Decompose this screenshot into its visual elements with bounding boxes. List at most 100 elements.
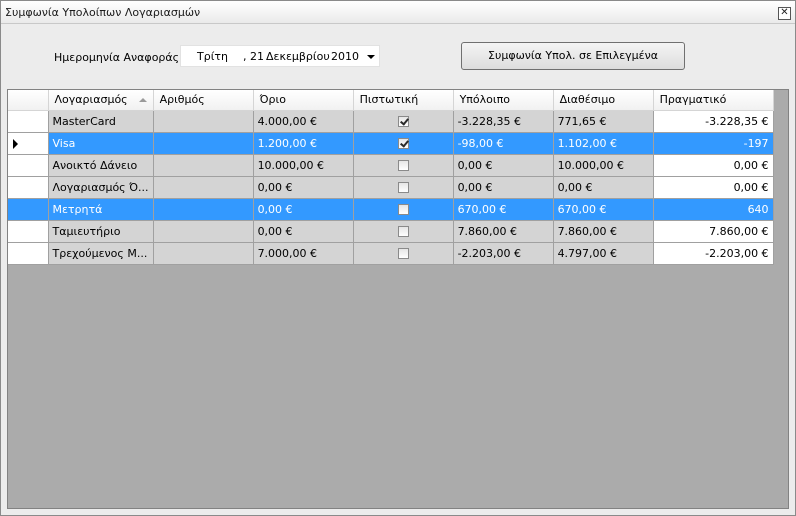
cell-account[interactable]: Τρεχούμενος Μ... [48,242,154,265]
cell-limit[interactable]: 1.200,00 € [253,132,354,155]
credit-checkbox[interactable] [397,138,409,149]
reconcile-window: Συμφωνία Υπολοίπων Λογαριασμών ✕ Ημερομη… [0,0,796,516]
date-weekday[interactable]: Τρίτη [197,50,228,63]
cell-number[interactable] [153,242,254,265]
cell-actual[interactable]: 7.860,00 € [653,220,774,243]
cell-credit[interactable] [353,220,454,243]
cell-limit[interactable]: 4.000,00 € [253,110,354,133]
column-header-actual[interactable]: Πραγματικό [653,90,774,111]
credit-checkbox[interactable] [397,182,409,193]
accounts-grid[interactable]: Λογαριασμός Αριθμός Όριο Πιστωτική Υπόλο… [7,89,789,509]
cell-number[interactable] [153,220,254,243]
cell-account[interactable]: Visa [48,132,154,155]
cell-number[interactable] [153,198,254,221]
cell-credit[interactable] [353,132,454,155]
cell-balance[interactable]: 7.860,00 € [453,220,554,243]
column-header-limit[interactable]: Όριο [253,90,354,111]
cell-limit[interactable]: 0,00 € [253,198,354,221]
cell-balance[interactable]: 0,00 € [453,154,554,177]
cell-number[interactable] [153,154,254,177]
close-icon[interactable]: ✕ [778,7,791,20]
cell-credit[interactable] [353,242,454,265]
credit-checkbox[interactable] [397,160,409,171]
column-header-label: Πραγματικό [659,93,727,107]
cell-balance[interactable]: 670,00 € [453,198,554,221]
column-header-label: Λογαριασμός [54,93,128,107]
reference-date-picker[interactable]: Τρίτη , 21 Δεκεμβρίου 2010 [180,45,380,67]
column-header-label: Πιστωτική [359,93,419,107]
window-title: Συμφωνία Υπολοίπων Λογαριασμών [5,6,201,19]
table-row[interactable]: Λογαριασμός Ό... 0,00 €0,00 €0,00 €0,00 € [8,176,774,199]
cell-limit[interactable]: 0,00 € [253,220,354,243]
cell-number[interactable] [153,110,254,133]
cell-number[interactable] [153,176,254,199]
column-header-label: Υπόλοιπο [459,93,510,107]
credit-checkbox[interactable] [397,248,409,259]
cell-actual[interactable]: 0,00 € [653,176,774,199]
cell-actual[interactable]: 0,00 € [653,154,774,177]
cell-number[interactable] [153,132,254,155]
cell-actual[interactable]: -197 [653,132,774,155]
credit-checkbox[interactable] [397,226,409,237]
chevron-down-icon[interactable] [367,55,375,59]
row-header-corner[interactable] [8,90,49,111]
table-row[interactable]: Ανοικτό Δάνειο 10.000,00 €0,00 €10.000,00… [8,154,774,177]
cell-actual[interactable]: 640 [653,198,774,221]
header-row: Λογαριασμός Αριθμός Όριο Πιστωτική Υπόλο… [8,90,774,111]
current-row-pointer-icon [13,138,18,149]
cell-limit[interactable]: 10.000,00 € [253,154,354,177]
cell-balance[interactable]: 0,00 € [453,176,554,199]
credit-checkbox[interactable] [397,204,409,215]
cell-credit[interactable] [353,198,454,221]
date-month[interactable]: Δεκεμβρίου [266,50,330,63]
row-header[interactable] [8,154,49,177]
cell-account[interactable]: Ταμιευτήριο [48,220,154,243]
row-header[interactable] [8,198,49,221]
cell-limit[interactable]: 0,00 € [253,176,354,199]
date-day[interactable]: , 21 [243,50,264,63]
credit-checkbox[interactable] [397,116,409,127]
cell-limit[interactable]: 7.000,00 € [253,242,354,265]
cell-account[interactable]: Ανοικτό Δάνειο [48,154,154,177]
cell-available[interactable]: 771,65 € [553,110,654,133]
table-row[interactable]: Μετρητά 0,00 €670,00 €670,00 €640 [8,198,774,221]
row-header[interactable] [8,110,49,133]
table-row[interactable]: Visa 1.200,00 € -98,00 €1.102,00 € -197 [8,132,774,155]
reconcile-selected-button[interactable]: Συμφωνία Υπολ. σε Επιλεγμένα [461,42,685,70]
column-header-label: Διαθέσιμο [559,93,616,107]
row-header[interactable] [8,220,49,243]
cell-actual[interactable]: -3.228,35 € [653,110,774,133]
cell-available[interactable]: 7.860,00 € [553,220,654,243]
cell-account[interactable]: Μετρητά [48,198,154,221]
cell-account[interactable]: Λογαριασμός Ό... [48,176,154,199]
cell-credit[interactable] [353,154,454,177]
column-header-number[interactable]: Αριθμός [153,90,254,111]
row-header[interactable] [8,132,49,155]
date-year[interactable]: 2010 [331,50,359,63]
row-header[interactable] [8,176,49,199]
cell-available[interactable]: 4.797,00 € [553,242,654,265]
cell-balance[interactable]: -3.228,35 € [453,110,554,133]
cell-available[interactable]: 10.000,00 € [553,154,654,177]
column-header-credit[interactable]: Πιστωτική [353,90,454,111]
cell-available[interactable]: 1.102,00 € [553,132,654,155]
cell-available[interactable]: 0,00 € [553,176,654,199]
cell-available[interactable]: 670,00 € [553,198,654,221]
cell-account[interactable]: MasterCard [48,110,154,133]
cell-balance[interactable]: -2.203,00 € [453,242,554,265]
cell-credit[interactable] [353,176,454,199]
column-header-label: Αριθμός [159,93,205,107]
row-header[interactable] [8,242,49,265]
cell-actual[interactable]: -2.203,00 € [653,242,774,265]
cell-balance[interactable]: -98,00 € [453,132,554,155]
column-header-account[interactable]: Λογαριασμός [48,90,154,111]
column-header-label: Όριο [259,93,286,107]
accounts-table: Λογαριασμός Αριθμός Όριο Πιστωτική Υπόλο… [8,90,774,265]
table-row[interactable]: Ταμιευτήριο 0,00 €7.860,00 €7.860,00 €7.8… [8,220,774,243]
column-header-balance[interactable]: Υπόλοιπο [453,90,554,111]
column-header-available[interactable]: Διαθέσιμο [553,90,654,111]
table-row[interactable]: MasterCard 4.000,00 € -3.228,35 €771,65 € -… [8,110,774,133]
reference-date-label: Ημερομηνία Αναφοράς [54,51,180,64]
table-row[interactable]: Τρεχούμενος Μ... 7.000,00 € -2.203,00 €4.7… [8,242,774,265]
cell-credit[interactable] [353,110,454,133]
